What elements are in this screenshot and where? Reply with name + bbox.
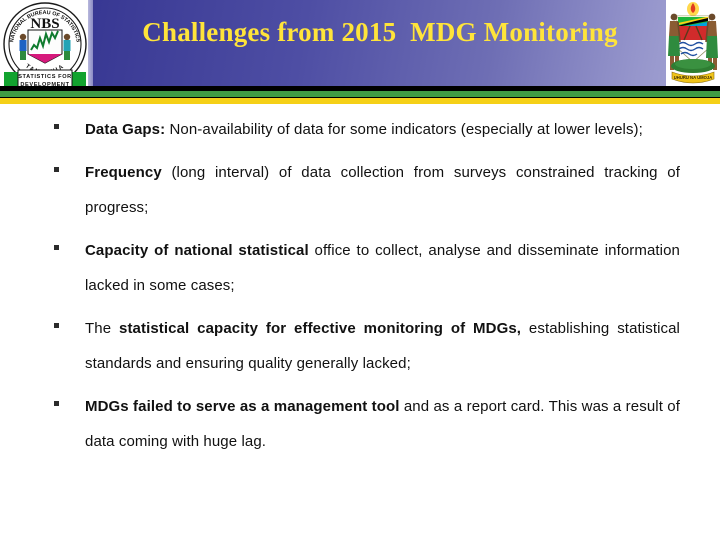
bullet-lead-bold: Data Gaps: <box>85 121 166 138</box>
slide-header: Challenges from 2015 MDG Monitoring NATI… <box>0 0 720 104</box>
bullet-lead-bold: Frequency <box>85 164 162 181</box>
header-divider <box>88 0 93 87</box>
svg-text:UHURU NA UMOJA: UHURU NA UMOJA <box>674 75 712 80</box>
nbs-logo-graphic: NATIONAL BUREAU OF STATISTICS TANZANIA N… <box>0 0 90 97</box>
tanzania-coat-of-arms: UHURU NA UMOJA <box>666 0 720 90</box>
bullet-text: Frequency (long interval) of data collec… <box>85 155 680 225</box>
nbs-tanzania-logo: NATIONAL BUREAU OF STATISTICS TANZANIA N… <box>0 0 90 97</box>
bullet-body-text: Non-availability of data for some indica… <box>165 121 643 138</box>
list-item: Data Gaps: Non-availability of data for … <box>0 112 720 147</box>
bullet-lead-bold: MDGs failed to serve as a management too… <box>85 398 400 415</box>
page-title: Challenges from 2015 MDG Monitoring <box>142 17 618 47</box>
list-item: The statistical capacity for effective m… <box>0 311 720 381</box>
bullet-lead-text: The <box>85 320 120 337</box>
coat-of-arms-graphic: UHURU NA UMOJA <box>666 0 720 90</box>
bullet-text: MDGs failed to serve as a management too… <box>85 389 680 459</box>
bullet-text: The statistical capacity for effective m… <box>85 311 680 381</box>
header-rule-yellow <box>0 98 720 104</box>
svg-text:STATISTICS FOR: STATISTICS FOR <box>18 74 72 80</box>
bullet-text: Capacity of national statistical office … <box>85 233 680 303</box>
bullet-body-text: (long interval) of data collection from … <box>85 164 680 216</box>
bullet-marker-icon <box>54 401 59 406</box>
list-item: Frequency (long interval) of data collec… <box>0 155 720 225</box>
bullet-marker-icon <box>54 167 59 172</box>
bullet-marker-icon <box>54 323 59 328</box>
bullet-marker-icon <box>54 245 59 250</box>
list-item: Capacity of national statistical office … <box>0 233 720 303</box>
slide-content: Data Gaps: Non-availability of data for … <box>0 112 720 540</box>
bullet-text: Data Gaps: Non-availability of data for … <box>85 112 680 147</box>
bullet-lead-bold: Capacity of national statistical <box>85 242 309 259</box>
bullet-lead-bold: statistical capacity for effective monit… <box>119 320 522 337</box>
list-item: MDGs failed to serve as a management too… <box>0 389 720 459</box>
bullet-marker-icon <box>54 124 59 129</box>
